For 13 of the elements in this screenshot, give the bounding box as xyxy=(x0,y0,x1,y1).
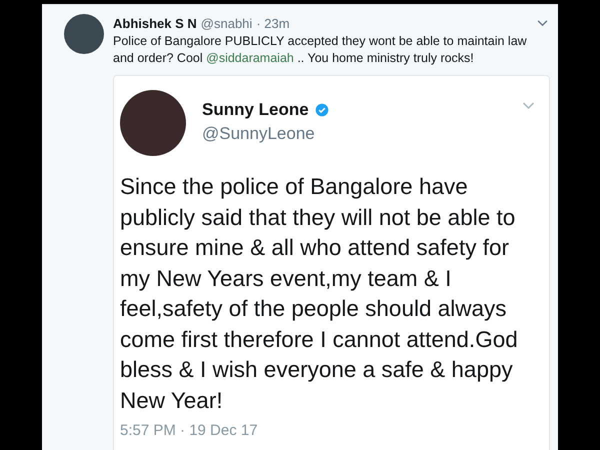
quoted-author-name: Sunny Leone xyxy=(202,100,309,120)
tweet-time[interactable]: · 23m xyxy=(256,16,290,30)
chevron-down-icon xyxy=(522,102,535,110)
quoted-tweet-card[interactable] xyxy=(113,75,550,450)
avatar-icon[interactable] xyxy=(64,14,104,54)
mention-link[interactable]: @siddaramaiah xyxy=(206,51,294,65)
author-name[interactable]: Abhishek S N xyxy=(113,16,197,30)
quoted-tweet-text: Since the police of Bangalore have publicly said that they will not be able to ensure mine & all who attend safety for my New Years event,my team & I feel,safety of the people should always come first therefore I cannot attend.God bless & I wish everyone a safe & happy New Year! xyxy=(120,173,519,414)
quoted-author-handle: @SunnyLeone xyxy=(202,124,316,144)
author-handle[interactable]: @snabhi xyxy=(200,16,252,30)
chevron-down-icon[interactable] xyxy=(537,20,548,26)
tweet-text: Police of Bangalore PUBLICLY accepted they wont be able to maintain law and order? Cool @siddaramaiah .. You home ministry truly rocks! xyxy=(113,33,528,67)
quoted-timestamp: 5:57 PM · 19 Dec 17 xyxy=(120,422,258,439)
